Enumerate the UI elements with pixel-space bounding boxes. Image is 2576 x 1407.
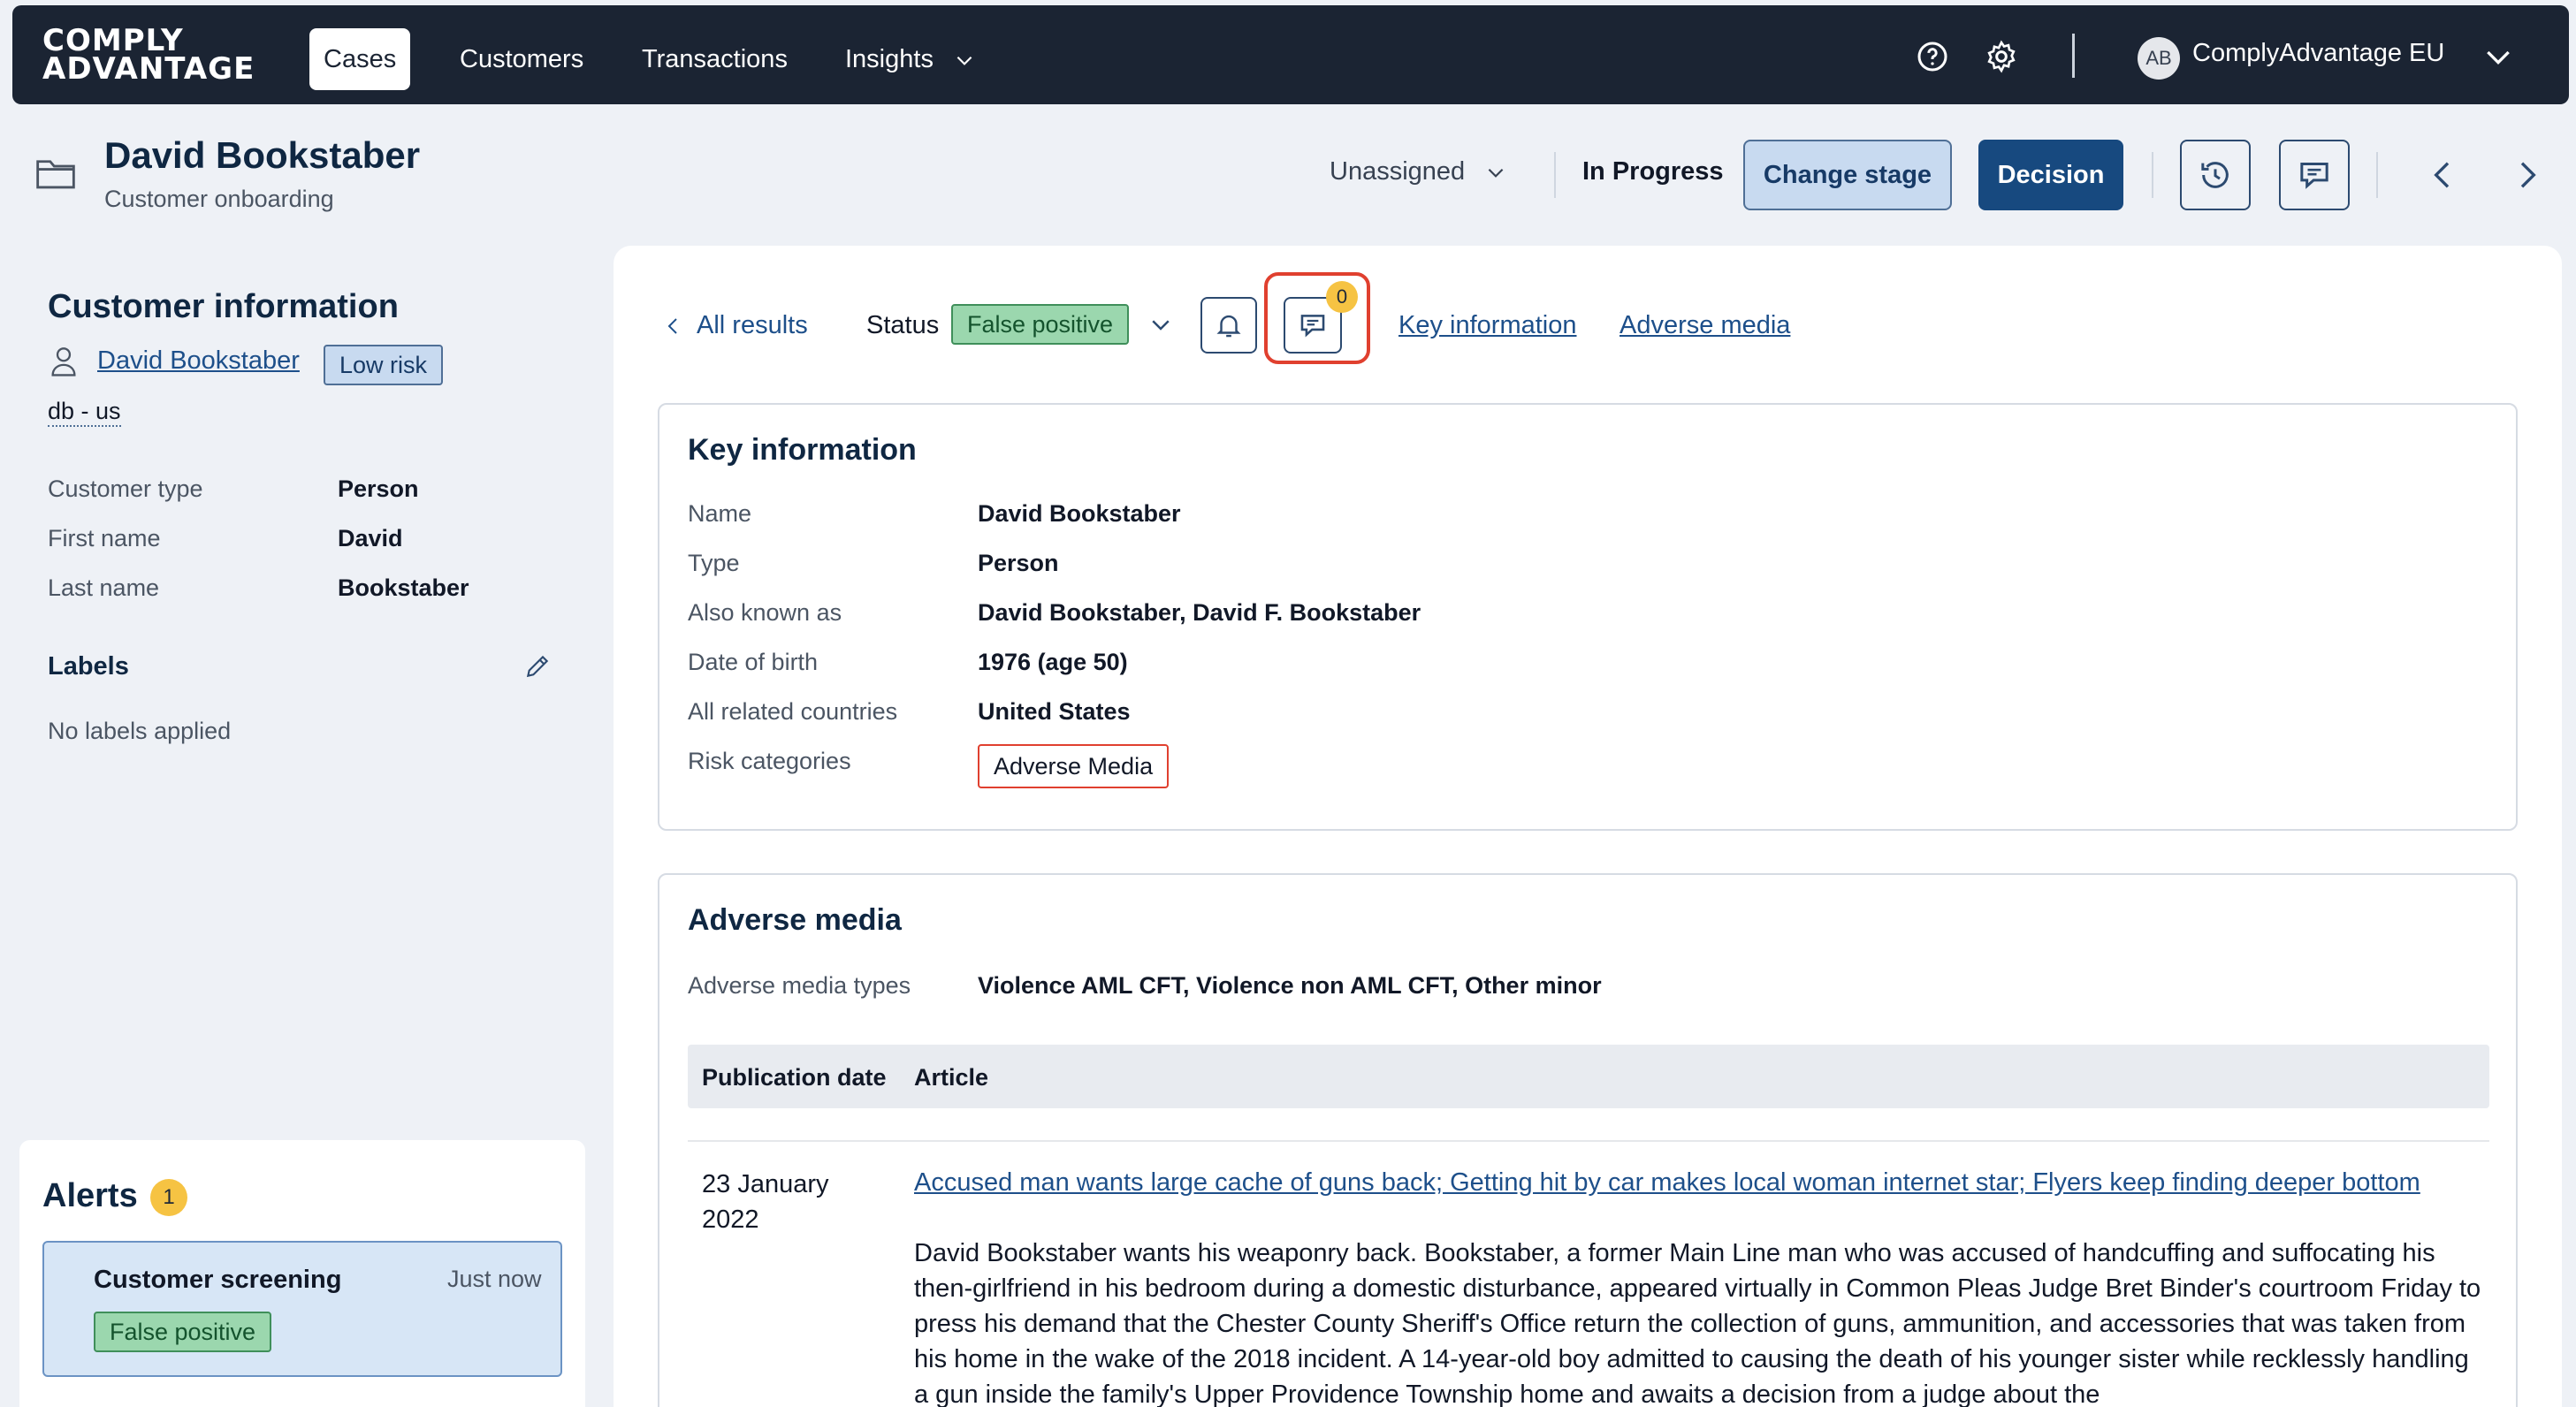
table-divider [688, 1140, 2489, 1142]
all-results-label: All results [697, 311, 808, 339]
field-value: Person [338, 475, 419, 502]
adverse-media-types-value: Violence AML CFT, Violence non AML CFT, … [978, 972, 1602, 999]
alerts-title: Alerts [42, 1177, 138, 1214]
previous-case-icon[interactable] [2426, 157, 2461, 193]
labels-empty: No labels applied [48, 718, 232, 744]
field-label: First name [48, 525, 161, 551]
comment-icon [2300, 163, 2328, 189]
field-value: David [338, 525, 403, 551]
decision-button[interactable]: Decision [1978, 140, 2123, 210]
chevron-down-icon [1488, 169, 1504, 179]
alert-time: Just now [447, 1266, 542, 1292]
key-information-title: Key information [688, 433, 917, 467]
publication-date: 23 January 2022 [702, 1170, 829, 1234]
nav-insights[interactable]: Insights [831, 28, 990, 90]
field-value: Bookstaber [338, 574, 469, 601]
article-snippet: David Bookstaber wants his weaponry back… [914, 1239, 2481, 1407]
page-title: David Bookstaber [104, 134, 421, 176]
key-info-value: 1976 (age 50) [978, 649, 1128, 675]
column-header-article[interactable]: Article [914, 1064, 988, 1091]
stage-label: In Progress [1582, 157, 1724, 186]
risk-category-tag: Adverse Media [978, 744, 1170, 788]
key-info-label: Name [688, 500, 752, 527]
column-header-publication-date[interactable]: Publication date [702, 1064, 887, 1091]
next-case-icon[interactable] [2509, 157, 2544, 193]
alert-status-badge: False positive [94, 1312, 272, 1352]
avatar[interactable]: AB [2138, 37, 2180, 80]
key-info-value: David Bookstaber, David F. Bookstaber [978, 599, 1421, 626]
history-icon [2201, 162, 2229, 188]
field-label: Customer type [48, 475, 203, 502]
status-label: Status [866, 311, 940, 339]
adverse-media-types-label: Adverse media types [688, 972, 911, 999]
key-info-label: All related countries [688, 698, 898, 725]
bell-icon [1216, 315, 1241, 338]
article-title-link[interactable]: Accused man wants large cache of guns ba… [914, 1165, 2488, 1200]
person-icon [51, 347, 76, 376]
db-tag[interactable]: db - us [48, 398, 121, 427]
key-information-link[interactable]: Key information [1399, 311, 1577, 340]
customer-name-link[interactable]: David Bookstaber [97, 346, 300, 376]
alerts-count-badge: 1 [150, 1179, 187, 1216]
assignee-dropdown[interactable]: Unassigned [1330, 157, 1507, 186]
nav-cases[interactable]: Cases [309, 28, 411, 90]
key-info-value: Person [978, 550, 1059, 576]
comment-count-badge: 0 [1326, 281, 1358, 313]
key-info-value: David Bookstaber [978, 500, 1181, 527]
labels-title: Labels [48, 652, 129, 681]
nav-customers[interactable]: Customers [446, 28, 598, 90]
adverse-media-title: Adverse media [688, 903, 902, 937]
adverse-media-link[interactable]: Adverse media [1620, 311, 1790, 340]
app-logo[interactable]: COMPLY ADVANTAGE [42, 26, 255, 87]
risk-badge: Low risk [324, 345, 444, 385]
change-stage-button[interactable]: Change stage [1743, 140, 1952, 210]
chevron-left-icon [667, 317, 677, 334]
header-divider [2376, 152, 2378, 198]
all-results-link[interactable]: All results [663, 311, 808, 340]
header-divider [1554, 152, 1556, 198]
key-info-label: Also known as [688, 599, 842, 626]
header-divider [2152, 152, 2153, 198]
comments-button[interactable] [2279, 140, 2350, 210]
nav-divider [2072, 34, 2075, 78]
history-button[interactable] [2180, 140, 2251, 210]
key-info-label: Date of birth [688, 649, 819, 675]
key-info-label: Risk categories [688, 748, 851, 774]
status-select[interactable]: False positive [951, 304, 1130, 345]
gear-icon[interactable] [1984, 39, 2019, 74]
folder-icon [36, 160, 75, 189]
help-icon[interactable] [1915, 39, 1950, 74]
comment-icon [1300, 315, 1325, 338]
key-info-label: Type [688, 550, 740, 576]
status-chevron-down-icon[interactable] [1147, 311, 1174, 338]
nav-insights-label: Insights [845, 45, 934, 73]
alert-name: Customer screening [94, 1266, 342, 1294]
field-label: Last name [48, 574, 160, 601]
top-nav: COMPLY ADVANTAGE Cases Customers Transac… [12, 5, 2569, 104]
logo-line2: ADVANTAGE [42, 51, 255, 87]
org-name[interactable]: ComplyAdvantage EU [2192, 39, 2444, 68]
assignee-label: Unassigned [1330, 157, 1466, 186]
notifications-button[interactable] [1200, 297, 1257, 354]
customer-info-title: Customer information [48, 288, 399, 325]
key-information-card [658, 403, 2518, 831]
account-chevron-down-icon[interactable] [2481, 39, 2516, 74]
nav-transactions[interactable]: Transactions [628, 28, 802, 90]
chevron-down-icon [956, 57, 972, 66]
key-info-value: United States [978, 698, 1131, 725]
pencil-icon[interactable] [523, 652, 552, 681]
alert-item[interactable] [42, 1241, 562, 1377]
page-subtitle: Customer onboarding [104, 186, 334, 212]
